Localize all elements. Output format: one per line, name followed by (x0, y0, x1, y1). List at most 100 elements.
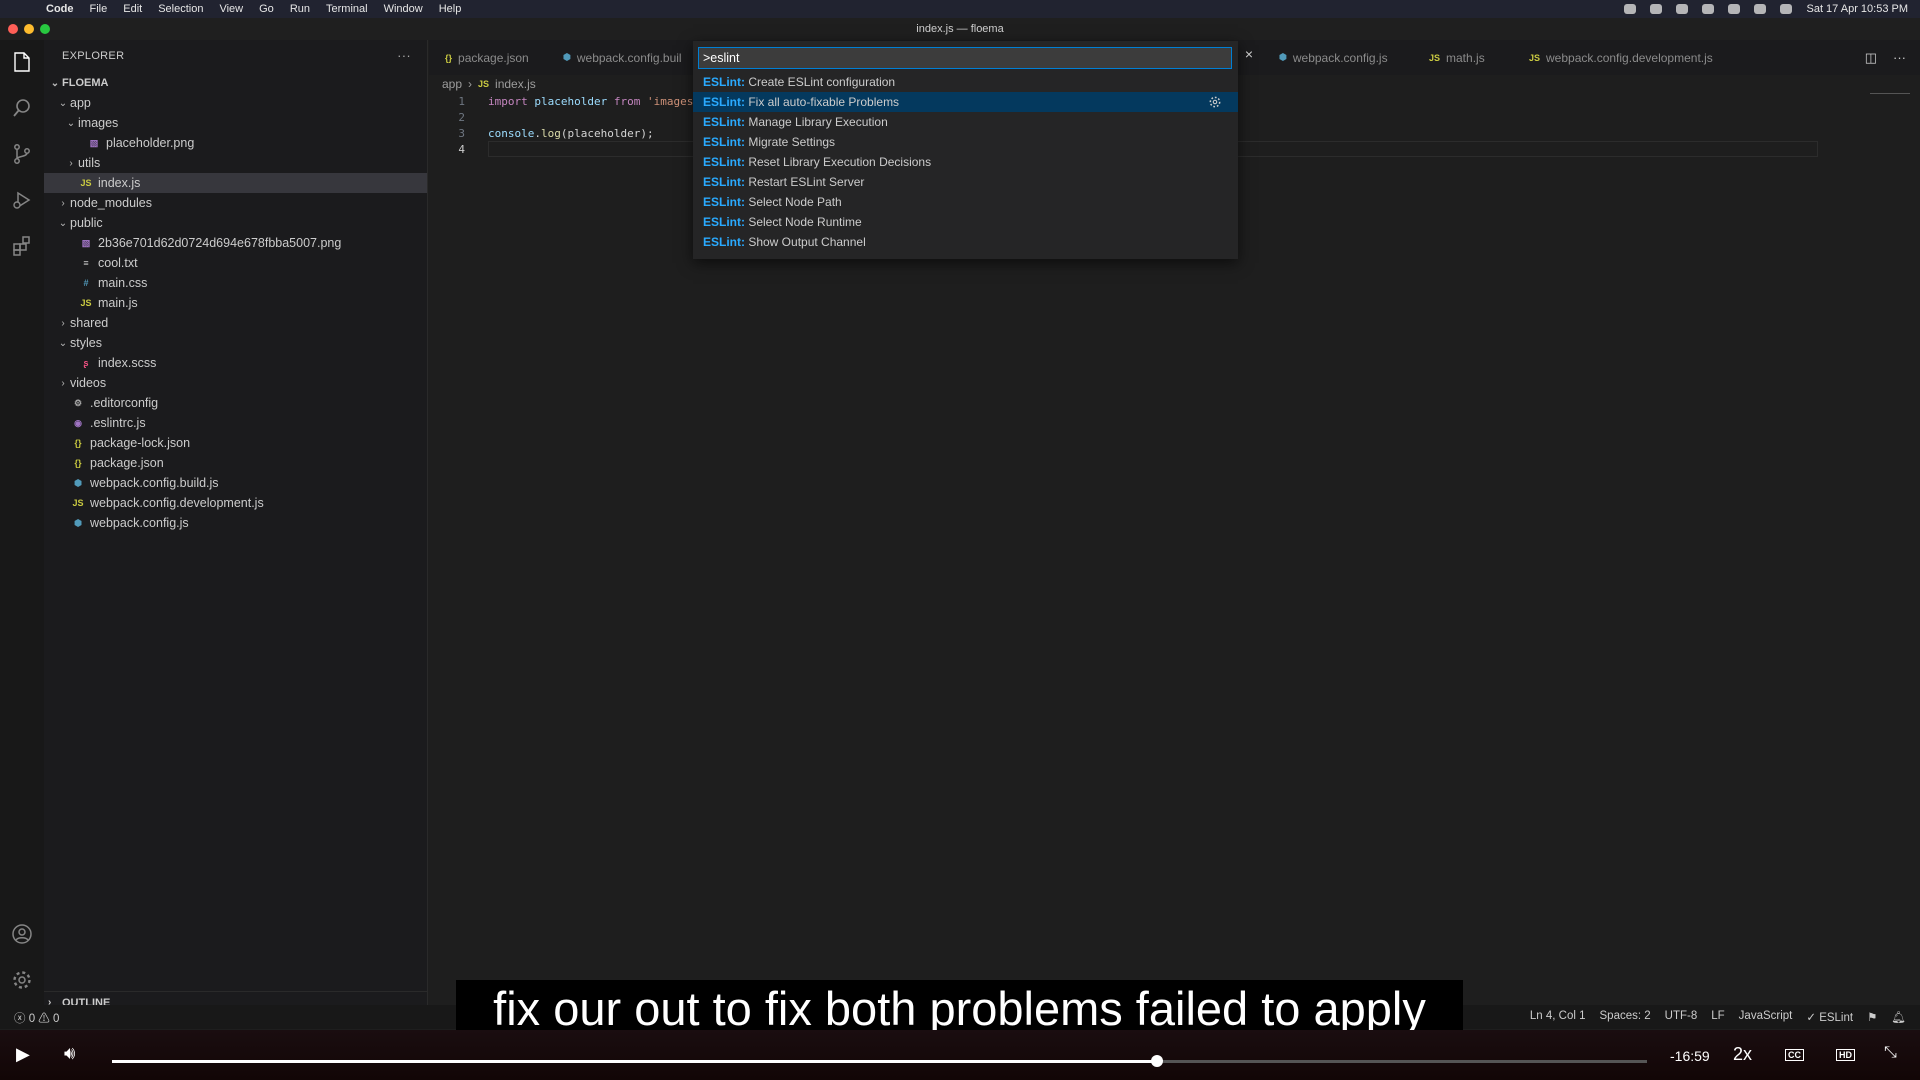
extensions-icon[interactable] (8, 232, 36, 260)
menu-app[interactable]: Code (46, 3, 74, 15)
command-label: Select Node Path (745, 195, 842, 209)
tree-item-label: webpack.config.development.js (90, 496, 264, 510)
file-item[interactable]: ≡ cool.txt (44, 253, 427, 273)
file-item[interactable]: {} package-lock.json (44, 433, 427, 453)
command-palette-input[interactable] (698, 47, 1232, 69)
creative-cloud-icon[interactable] (1650, 4, 1663, 14)
play-icon[interactable]: ▶ (16, 1044, 30, 1065)
folder-item[interactable]: ⌄ styles (44, 333, 427, 353)
source-control-icon[interactable] (8, 140, 36, 168)
menu-window[interactable]: Window (384, 3, 423, 15)
record-icon[interactable] (1624, 4, 1637, 14)
menu-run[interactable]: Run (290, 3, 310, 15)
breadcrumb-folder[interactable]: app (442, 77, 462, 91)
zoom-window-button[interactable] (40, 24, 50, 34)
folder-item[interactable]: › utils (44, 153, 427, 173)
wifi-icon[interactable] (1728, 4, 1741, 14)
folder-item[interactable]: › node_modules (44, 193, 427, 213)
split-editor-icon[interactable]: ◫ (1865, 50, 1877, 66)
close-window-button[interactable] (8, 24, 18, 34)
accounts-icon[interactable] (8, 920, 36, 948)
indentation[interactable]: Spaces: 2 (1600, 1010, 1651, 1024)
command-palette-item[interactable]: ESLint: Select Node Path (693, 192, 1238, 212)
menu-go[interactable]: Go (259, 3, 274, 15)
video-progress-bar[interactable] (112, 1055, 1647, 1067)
feedback-icon[interactable]: ⚑ (1867, 1010, 1877, 1024)
problems-indicator[interactable]: ⓧ 0 ⚠ 0 (14, 1010, 59, 1026)
fullscreen-exit-icon[interactable]: ⤡ (1884, 1044, 1897, 1062)
more-actions-icon[interactable]: ··· (397, 48, 411, 63)
tab-package-json[interactable]: {} package.json (433, 40, 551, 75)
command-palette-item[interactable]: ESLint: Reset Library Execution Decision… (693, 152, 1238, 172)
webpack-file-icon: ⬢ (74, 477, 82, 488)
file-item[interactable]: # main.css (44, 273, 427, 293)
video-player-controls: ▶ 🔊︎ -16:59 2x CC HD ⤡ (0, 1030, 1920, 1080)
playback-speed-button[interactable]: 2x (1733, 1044, 1752, 1065)
file-item[interactable]: ▧ 2b36e701d62d0724d694e678fbba5007.png (44, 233, 427, 253)
file-item[interactable]: ▧ placeholder.png (44, 133, 427, 153)
line-number: 4 (458, 142, 465, 156)
file-item[interactable]: {} package.json (44, 453, 427, 473)
encoding[interactable]: UTF-8 (1665, 1010, 1698, 1024)
command-palette-item[interactable]: ESLint: Restart ESLint Server (693, 172, 1238, 192)
hd-quality-button[interactable]: HD (1836, 1049, 1855, 1061)
file-item[interactable]: ʂ index.scss (44, 353, 427, 373)
command-prefix: ESLint: (703, 155, 745, 169)
menu-file[interactable]: File (90, 3, 108, 15)
notifications-bell-icon[interactable]: 🔔︎ (1891, 1010, 1906, 1024)
file-item[interactable]: JS webpack.config.development.js (44, 493, 427, 513)
explorer-icon[interactable] (8, 48, 36, 76)
file-item[interactable]: ◉ .eslintrc.js (44, 413, 427, 433)
language-mode[interactable]: JavaScript (1739, 1010, 1793, 1024)
tab-webpack-config-development[interactable]: JS webpack.config.development.js (1517, 40, 1727, 75)
file-item[interactable]: JS index.js (44, 173, 427, 193)
command-palette-item[interactable]: ESLint: Select Node Runtime (693, 212, 1238, 232)
configure-keybinding-gear-icon[interactable] (1208, 95, 1222, 109)
file-item[interactable]: ⬢ webpack.config.js (44, 513, 427, 533)
control-center-icon[interactable] (1780, 4, 1793, 14)
search-icon[interactable] (8, 94, 36, 122)
run-debug-icon[interactable] (8, 186, 36, 214)
command-label: Migrate Settings (745, 135, 836, 149)
folder-item[interactable]: ⌄ images (44, 113, 427, 133)
command-palette-item[interactable]: ESLint: Manage Library Execution (693, 112, 1238, 132)
menu-selection[interactable]: Selection (158, 3, 203, 15)
command-palette-item[interactable]: ESLint: Create ESLint configuration (693, 72, 1238, 92)
tab-math-js[interactable]: JS math.js (1417, 40, 1517, 75)
spotlight-search-icon[interactable] (1754, 4, 1767, 14)
captions-button[interactable]: CC (1785, 1049, 1804, 1061)
breadcrumb-file[interactable]: index.js (495, 77, 536, 91)
file-item[interactable]: ⬢ webpack.config.build.js (44, 473, 427, 493)
file-item[interactable]: ⚙ .editorconfig (44, 393, 427, 413)
eslint-status[interactable]: ✓ ESLint (1806, 1010, 1853, 1024)
menu-view[interactable]: View (219, 3, 243, 15)
file-item[interactable]: JS main.js (44, 293, 427, 313)
minimize-window-button[interactable] (24, 24, 34, 34)
volume-icon[interactable]: 🔊︎ (64, 1043, 75, 1064)
menu-edit[interactable]: Edit (123, 3, 142, 15)
menubar-clock[interactable]: Sat 17 Apr 10:53 PM (1806, 3, 1908, 15)
command-palette-item[interactable]: ESLint: Migrate Settings (693, 132, 1238, 152)
code-token: (placeholder); (560, 126, 654, 140)
battery-icon[interactable] (1702, 4, 1715, 14)
folder-item[interactable]: ⌄ app (44, 93, 427, 113)
code-token: . (534, 126, 541, 140)
more-actions-icon[interactable]: ··· (1893, 50, 1906, 66)
command-palette-item[interactable]: ESLint: Fix all auto-fixable Problems (693, 92, 1238, 112)
folder-item[interactable]: ⌄ public (44, 213, 427, 233)
close-icon[interactable]: × (1241, 46, 1257, 62)
cloud-icon[interactable] (1676, 4, 1689, 14)
tab-webpack-config-build[interactable]: ⬢ webpack.config.buil (551, 40, 694, 75)
tab-webpack-config-js[interactable]: ⬢ webpack.config.js (1267, 40, 1417, 75)
menu-terminal[interactable]: Terminal (326, 3, 368, 15)
folder-item[interactable]: › videos (44, 373, 427, 393)
folder-item[interactable]: › shared (44, 313, 427, 333)
end-of-line[interactable]: LF (1711, 1010, 1724, 1024)
menu-help[interactable]: Help (439, 3, 462, 15)
cursor-position[interactable]: Ln 4, Col 1 (1530, 1010, 1586, 1024)
minimap[interactable] (1870, 93, 1910, 99)
window-title: index.js — floema (916, 23, 1004, 35)
command-palette-item[interactable]: ESLint: Show Output Channel (693, 232, 1238, 252)
manage-gear-icon[interactable] (8, 966, 36, 994)
workspace-root[interactable]: ⌄ FLOEMA (44, 73, 427, 93)
